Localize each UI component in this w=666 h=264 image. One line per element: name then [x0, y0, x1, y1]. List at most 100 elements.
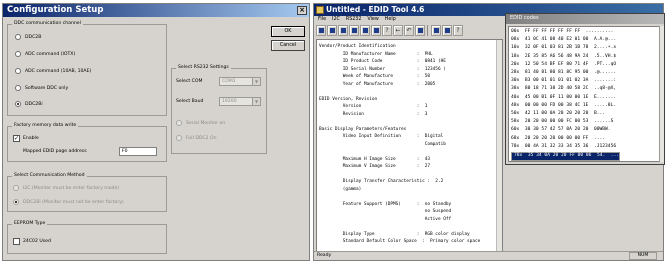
- ok-button[interactable]: OK: [271, 26, 305, 37]
- edid-title: Untitled - EDID Tool 4.6: [326, 5, 425, 14]
- enable-checkbox[interactable]: ✓ Enable: [13, 135, 39, 142]
- checkbox-checked-icon[interactable]: ✓: [13, 135, 20, 142]
- hex-row[interactable]: 40x 45 00 B1 0F 11 00 00 1E E.......: [511, 95, 616, 101]
- hex-row[interactable]: 78x 35 34 0A 20 20 FF 00 06 54. ...: [511, 152, 621, 161]
- hex-row[interactable]: 28x 81 40 81 80 81 8C 95 00 .@......: [511, 70, 616, 76]
- codes-scrollbar[interactable]: [659, 26, 664, 162]
- menu-help[interactable]: Help: [385, 16, 396, 24]
- radio-software-ddc[interactable]: Software DDC only: [15, 85, 68, 91]
- report-line: Maximum H Image Size : 43: [319, 156, 431, 162]
- hex-row[interactable]: 68x 20 20 20 20 00 00 00 FF ....: [511, 136, 605, 142]
- radio-label: Software DDC only: [25, 85, 69, 91]
- radio-ddc2bi-method[interactable]: DDC2Bi (Monitor must not be enter factor…: [13, 199, 124, 205]
- grid-icon[interactable]: [415, 25, 425, 36]
- radio-button-icon[interactable]: [13, 199, 19, 205]
- hex-row[interactable]: 18x 2E 35 85 A6 56 48 9A 24 .5..VH.$: [511, 54, 616, 60]
- save-file-icon[interactable]: [338, 25, 348, 36]
- mapped-address-input[interactable]: F0: [119, 147, 157, 156]
- report-line: Compatib: [319, 141, 446, 147]
- settings-icon[interactable]: [431, 25, 441, 36]
- hex-row[interactable]: 70x 00 4A 31 32 33 34 35 36 .J123456: [511, 144, 616, 150]
- enable-label: Enable: [23, 136, 39, 141]
- radio-label: Serial Monitor on: [186, 120, 226, 126]
- communication-method-caption: Select Communication Method: [12, 173, 87, 179]
- close-icon[interactable]: ×: [297, 6, 307, 15]
- menu-view[interactable]: View: [367, 16, 378, 24]
- radio-adc-iotx[interactable]: ADC command (IOTX): [15, 51, 75, 57]
- connect-icon[interactable]: [442, 25, 452, 36]
- menu-file[interactable]: File: [318, 16, 326, 24]
- hex-row[interactable]: 60x 30 30 57 42 57 0A 20 20 00WBW.: [511, 127, 616, 133]
- codes-titlebar[interactable]: EDID codes: [506, 14, 664, 24]
- hex-row[interactable]: 50x 42 11 00 0A 20 20 20 20 B...: [511, 111, 616, 117]
- print-icon[interactable]: [349, 25, 359, 36]
- hex-row[interactable]: 58x 20 20 00 00 00 FC 00 53 ......S: [511, 119, 613, 125]
- radio-ddc2b[interactable]: DDC2B: [15, 34, 41, 40]
- cancel-button[interactable]: Cancel: [271, 40, 305, 51]
- report-line: Display Transfer Characteristic : 2.2: [319, 179, 444, 184]
- radio-button-icon[interactable]: [15, 68, 21, 74]
- radio-i2c[interactable]: I2C (Monitor must be enter factory mode): [13, 185, 119, 191]
- menu-bar: File I2C RS232 View Help: [314, 16, 498, 24]
- radio-full-ddc2[interactable]: Full DDC2 On: [176, 135, 217, 141]
- report-line: no Suspend: [319, 209, 452, 214]
- hex-row[interactable]: 08x 41 0C 41 08 40 E2 01 00 A.A.@...: [511, 37, 616, 43]
- open-file-icon[interactable]: [327, 25, 337, 36]
- menu-i2c[interactable]: I2C: [332, 16, 340, 24]
- new-file-icon[interactable]: [316, 25, 326, 36]
- report-line: Basic Display Parameters/Features: [319, 126, 407, 132]
- radio-button-icon[interactable]: [15, 101, 21, 107]
- radio-ddc2bi[interactable]: DDC2Bi: [15, 101, 43, 107]
- hex-row[interactable]: 48x 00 00 00 FD 00 38 4C 1E .....8L.: [511, 103, 616, 109]
- report-line: Feature Support (DPMS) : no Standby: [319, 201, 452, 207]
- rs232-caption: Select RS232 Settings: [176, 65, 231, 71]
- write-icon[interactable]: [371, 25, 381, 36]
- hex-row[interactable]: 30x B3 00 01 01 01 01 02 3A .......:: [511, 78, 616, 84]
- baud-select-value: 19200: [222, 99, 237, 104]
- chevron-down-icon[interactable]: ▼: [252, 98, 260, 105]
- radio-button-icon[interactable]: [15, 51, 21, 57]
- configuration-dialog: Configuration Setup × OK Cancel DDC comm…: [2, 3, 310, 261]
- eeprom-24c02-checkbox[interactable]: 24C02 Used: [13, 238, 51, 245]
- select-com-label: Select COM: [176, 79, 203, 84]
- edid-report-view[interactable]: Vendor/Product Identification ID Manufac…: [316, 39, 503, 252]
- radio-button-icon[interactable]: [176, 135, 182, 141]
- radio-button-icon[interactable]: [15, 85, 21, 91]
- vertical-scrollbar[interactable]: [496, 40, 502, 251]
- radio-serial-monitor[interactable]: Serial Monitor on: [176, 120, 225, 126]
- radio-label: DDC2Bi: [25, 101, 43, 107]
- radio-button-icon[interactable]: [15, 34, 21, 40]
- undo-icon[interactable]: ↶: [404, 25, 414, 36]
- chevron-down-icon[interactable]: ▼: [252, 78, 260, 85]
- radio-adc-10ab[interactable]: ADC command (10AB, 10AE): [15, 68, 91, 74]
- report-line: EDID Version, Revision: [319, 96, 378, 102]
- hex-row[interactable]: 10x 32 0F 01 03 81 2B 1B 78 2....+.x: [511, 45, 616, 51]
- radio-label: ADC command (IOTX): [25, 51, 76, 57]
- hex-row[interactable]: 20x 12 50 54 BF EF 80 71 4F .PT...qO: [511, 62, 616, 68]
- report-line: ID Serial Number : 123456 (: [319, 66, 446, 72]
- verify-icon[interactable]: ?: [382, 25, 392, 36]
- checkbox-icon[interactable]: [13, 238, 20, 245]
- hex-grid[interactable]: 00x FF FF FF FF FF FF FF .......... 08x 4…: [508, 26, 660, 162]
- radio-button-icon[interactable]: [13, 185, 19, 191]
- hex-row[interactable]: 38x 80 18 71 38 2D 40 58 2C ..q8-@X,: [511, 86, 616, 92]
- arrow-left-icon[interactable]: ←: [393, 25, 403, 36]
- status-text: Ready: [317, 253, 332, 258]
- read-icon[interactable]: [360, 25, 370, 36]
- communication-method-group: Select Communication Method: [7, 173, 167, 212]
- radio-label: ADC command (10AB, 10AE): [25, 68, 92, 74]
- radio-button-icon[interactable]: [176, 120, 182, 126]
- help-icon[interactable]: ?: [453, 25, 463, 36]
- report-line: Vendor/Product Identification: [319, 44, 396, 49]
- codes-title: EDID codes: [510, 15, 539, 21]
- report-line: (gamma): [319, 186, 362, 192]
- report-line: Active Off: [319, 216, 452, 222]
- hex-header-row[interactable]: 00x FF FF FF FF FF FF FF ..........: [511, 29, 613, 35]
- com-select[interactable]: COM1 ▼: [219, 77, 261, 86]
- menu-rs232[interactable]: RS232: [346, 16, 362, 24]
- eeprom-24c02-label: 24C02 Used: [23, 239, 51, 244]
- ddc-channel-caption: DDC communication channel: [12, 21, 83, 27]
- baud-select[interactable]: 19200 ▼: [219, 97, 261, 106]
- dialog-titlebar[interactable]: Configuration Setup ×: [3, 4, 309, 17]
- status-bar: Ready NUM: [314, 251, 663, 260]
